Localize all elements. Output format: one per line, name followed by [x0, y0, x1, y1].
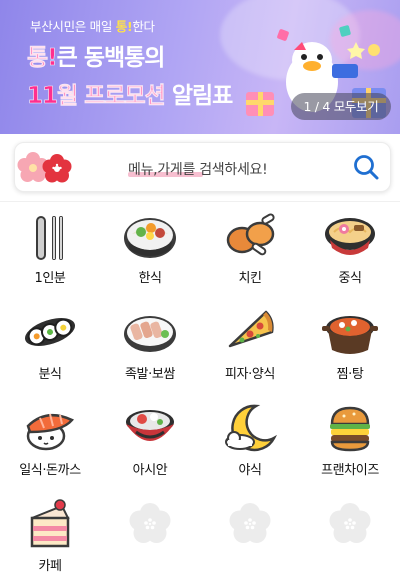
banner-headline-1: 통!큰 동백통의: [27, 45, 166, 72]
pizza-slice-icon: [228, 310, 274, 348]
category-label: 1인분: [34, 271, 66, 286]
category-중식[interactable]: 중식: [300, 210, 400, 286]
category-족발보쌈[interactable]: 족발·보쌈: [100, 306, 200, 382]
banner-pager-view-all[interactable]: 1 / 4 모두보기: [291, 93, 391, 120]
bibimbap-icon: [124, 218, 176, 258]
category-label: 카페: [38, 559, 62, 574]
category-label: 피자·양식: [225, 367, 275, 382]
category-찜탕[interactable]: 찜·탕: [300, 306, 400, 382]
burger-icon: [330, 406, 370, 452]
category-label: 한식: [138, 271, 162, 286]
category-label: 치킨: [238, 271, 262, 286]
category-프랜차이즈[interactable]: 프랜차이즈: [300, 402, 400, 478]
search-input[interactable]: 메뉴,가게를 검색하세요!: [128, 159, 268, 179]
category-1인분[interactable]: 1인분: [0, 210, 100, 286]
category-피자양식[interactable]: 피자·양식: [200, 306, 300, 382]
cake-icon: [30, 499, 70, 548]
category-label: 중식: [338, 271, 362, 286]
placeholder-flower-icon: [129, 503, 171, 543]
category-label: 분식: [38, 367, 62, 382]
banner-subtitle: 부산시민은 매일 통!한다: [30, 19, 155, 34]
placeholder-flower-icon: [229, 503, 271, 543]
gimbap-icon: [24, 318, 76, 346]
banner-headline-2: 11월 프로모션 알림표: [27, 83, 234, 110]
stew-pot-icon: [322, 316, 378, 354]
category-분식[interactable]: 분식: [0, 306, 100, 382]
sushi-icon: [26, 413, 75, 451]
search-icon[interactable]: [352, 153, 380, 181]
category-label: 야식: [238, 463, 262, 478]
category-empty-slot: [200, 498, 300, 550]
category-label: 프랜차이즈: [321, 463, 379, 478]
category-아시안[interactable]: 아시안: [100, 402, 200, 478]
moon-icon: [225, 404, 278, 452]
category-야식[interactable]: 야식: [200, 402, 300, 478]
category-label: 찜·탕: [336, 367, 364, 382]
divider: [0, 201, 400, 202]
category-치킨[interactable]: 치킨: [200, 210, 300, 286]
category-empty-slot: [100, 498, 200, 550]
noodle-bowl-icon: [325, 218, 375, 255]
category-label: 족발·보쌈: [125, 367, 175, 382]
placeholder-flower-icon: [329, 503, 371, 543]
category-카페[interactable]: 카페: [0, 498, 100, 574]
category-label: 아시안: [132, 463, 168, 478]
promo-banner[interactable]: 부산시민은 매일 통!한다 통!큰 동백통의 11월 프로모션 알림표 1 / …: [0, 0, 400, 134]
asian-bowl-icon: [126, 410, 174, 441]
bossam-plate-icon: [124, 316, 176, 352]
camellia-logo-icon: [17, 152, 72, 183]
category-일식돈까스[interactable]: 일식·돈까스: [0, 402, 100, 478]
chicken-leg-icon: [226, 213, 275, 256]
category-empty-slot: [300, 498, 400, 550]
search-bar[interactable]: 메뉴,가게를 검색하세요!: [14, 142, 391, 192]
single-serving-icon: [36, 216, 63, 260]
category-label: 일식·돈까스: [19, 463, 81, 478]
category-한식[interactable]: 한식: [100, 210, 200, 286]
